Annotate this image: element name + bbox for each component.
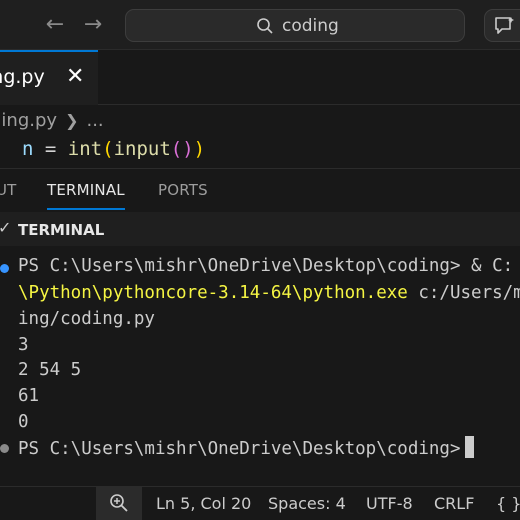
search-icon — [257, 17, 273, 34]
code-op: = — [33, 138, 68, 160]
command-decoration-dot[interactable] — [0, 264, 9, 273]
section-title: TERMINAL — [18, 221, 105, 239]
arrow-left-icon[interactable]: ← — [40, 10, 70, 40]
zoom-button[interactable] — [96, 487, 142, 520]
chevron-right-icon: ❯ — [65, 110, 79, 130]
code-fn-input: input — [113, 138, 171, 160]
code-paren-close: ) — [193, 138, 206, 160]
terminal-output-line: 61 — [18, 386, 40, 406]
editor-tab-coding-py[interactable]: ing.py ✕ — [0, 50, 98, 105]
code-line-1[interactable]: n = int(input()) — [22, 138, 205, 164]
terminal-line-3: ing/coding.py — [18, 309, 155, 329]
terminal-line-1: PS C:\Users\mishr\OneDrive\Desktop\codin… — [18, 256, 513, 280]
zoom-in-icon — [110, 494, 128, 512]
indentation-setting[interactable]: Spaces: 4 — [268, 494, 346, 513]
panel-tab-bar: UT TERMINAL PORTS — [0, 168, 520, 212]
tab-terminal[interactable]: TERMINAL — [47, 181, 125, 199]
breadcrumb: ding.py ❯ ... — [0, 107, 104, 133]
code-paren-inner: () — [170, 138, 194, 160]
status-bar: Ln 5, Col 20 Spaces: 4 UTF-8 CRLF { } — [0, 486, 520, 520]
prompt-text: PS C:\Users\mishr\OneDrive\Desktop\codin… — [18, 439, 461, 459]
active-tab-indicator — [47, 208, 125, 210]
terminal-output-line: 3 — [18, 335, 29, 355]
command-text: & C: — [471, 256, 514, 276]
search-text: coding — [282, 15, 339, 36]
tab-output[interactable]: UT — [0, 181, 17, 199]
prompt-text: PS C:\Users\mishr\OneDrive\Desktop\codin… — [18, 256, 472, 276]
encoding-setting[interactable]: UTF-8 — [366, 494, 413, 513]
arrow-right-icon[interactable]: → — [78, 10, 108, 40]
close-icon[interactable]: ✕ — [66, 64, 84, 89]
script-arg: c:/Users/m — [407, 283, 520, 303]
chat-button[interactable] — [484, 9, 520, 42]
editor-tab-bar: ing.py ✕ — [0, 50, 520, 105]
tab-label: ing.py — [0, 66, 45, 88]
code-fn-int: int — [67, 138, 103, 160]
chevron-down-icon: ✓ — [0, 218, 12, 237]
tab-ports[interactable]: PORTS — [158, 181, 208, 199]
terminal-output-line: 0 — [18, 412, 29, 432]
terminal-output-line: 2 54 5 — [18, 360, 82, 380]
breadcrumb-more[interactable]: ... — [86, 110, 103, 131]
line-ending-setting[interactable]: CRLF — [434, 494, 474, 513]
code-paren-open: ( — [102, 138, 114, 160]
terminal-line-2: \Python\pythoncore-3.14-64\python.exe c:… — [18, 283, 520, 307]
cursor-position[interactable]: Ln 5, Col 20 — [156, 494, 251, 513]
breadcrumb-file[interactable]: ding.py — [0, 110, 57, 131]
command-decoration-dot[interactable] — [0, 444, 9, 453]
terminal-section-header[interactable]: ✓ TERMINAL — [0, 212, 520, 246]
code-var: n — [22, 138, 34, 160]
title-bar: ← → coding — [0, 0, 520, 50]
language-mode-icon[interactable]: { } — [496, 494, 520, 513]
command-center-search[interactable]: coding — [125, 9, 465, 42]
chat-icon — [495, 17, 514, 34]
terminal-cursor — [464, 436, 474, 458]
terminal-prompt-line: PS C:\Users\mishr\OneDrive\Desktop\codin… — [18, 436, 474, 460]
terminal-output[interactable]: PS C:\Users\mishr\OneDrive\Desktop\codin… — [0, 246, 520, 486]
python-path: \Python\pythoncore-3.14-64\python.exe — [18, 283, 408, 303]
